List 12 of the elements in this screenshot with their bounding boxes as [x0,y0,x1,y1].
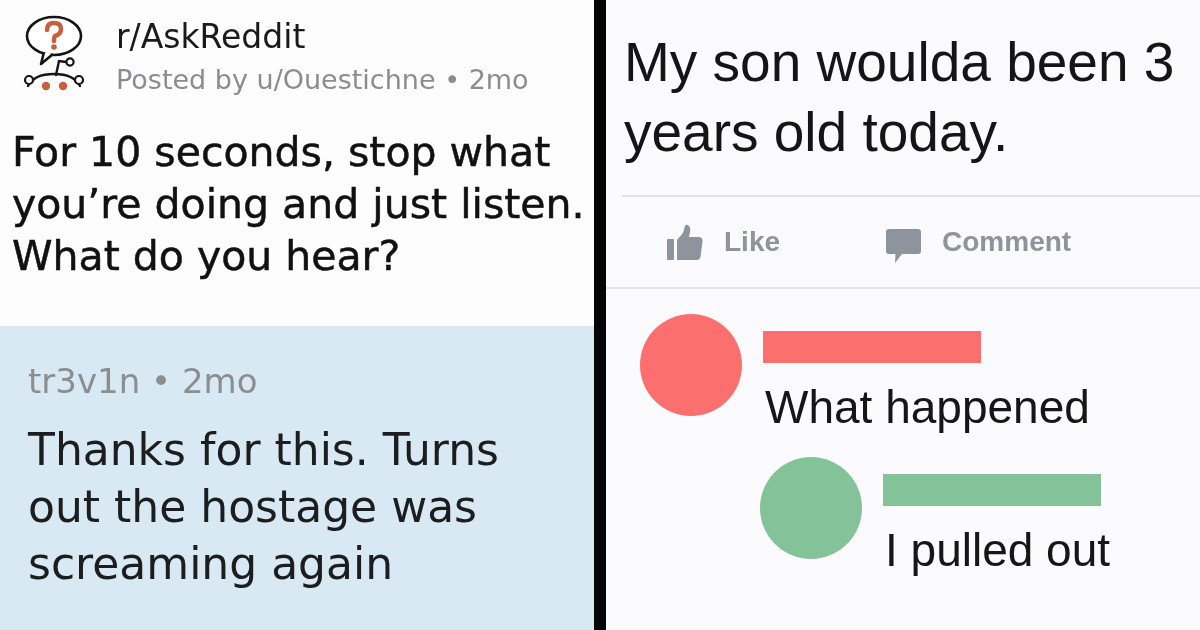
like-button[interactable]: Like [667,224,781,260]
comment-text: Thanks for this. Turns out the hostage was screaming again [28,423,500,591]
comment-text: What happened [765,381,1090,433]
speech-bubble-icon [886,229,922,263]
post-byline: Posted by u/Ouestichne • 2mo [116,63,529,97]
subreddit-link[interactable]: r/AskReddit [116,18,306,56]
post-title: For 10 seconds, stop what you’re doing and just listen. What do you hear? [12,127,586,282]
post-text: My son woulda been 3 years old today. [624,30,1176,165]
comment-byline: tr3v1n • 2mo [28,361,258,401]
comment-text: I pulled out [885,524,1111,576]
thumbs-up-icon [667,224,703,260]
comment-button[interactable]: Comment [886,221,1072,263]
